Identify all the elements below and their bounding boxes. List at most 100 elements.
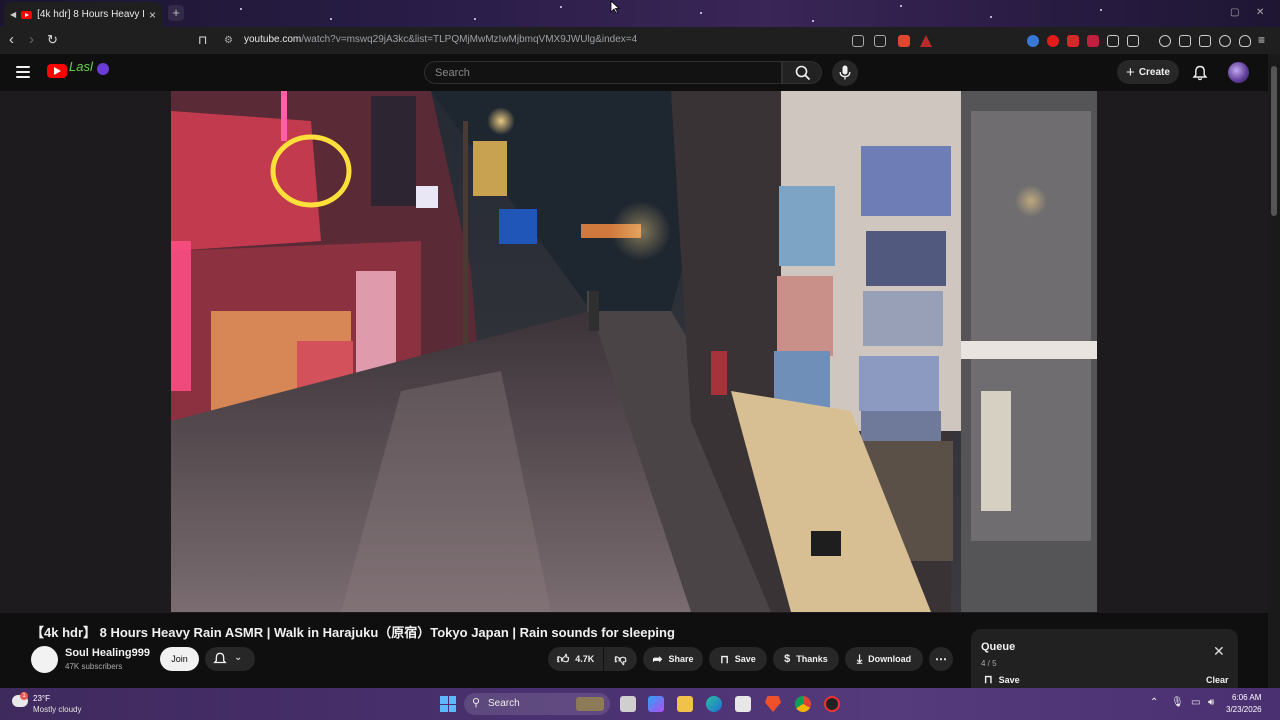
like-button[interactable]: 👍︎ 4.7K	[548, 647, 603, 671]
search-icon	[795, 65, 811, 81]
brave-icon[interactable]	[765, 696, 781, 712]
voice-search-button[interactable]	[832, 60, 858, 86]
youtube-logo[interactable]	[47, 64, 67, 78]
extension-blue-icon[interactable]	[1027, 35, 1039, 47]
copilot-icon[interactable]	[648, 696, 664, 712]
subscriber-count: 47K subscribers	[65, 662, 123, 671]
browser-tab-strip: ◀ [4k hdr] 8 Hours Heavy Rain × + ▢ ✕	[0, 0, 1280, 27]
site-info-icon[interactable]: ⚙	[224, 35, 233, 46]
chevron-down-icon: ⌄	[234, 652, 243, 663]
thanks-label: Thanks	[796, 654, 828, 664]
search-button[interactable]	[782, 61, 822, 84]
page-scrollbar-thumb[interactable]	[1271, 66, 1277, 216]
save-button[interactable]: ⊓ Save	[709, 647, 767, 671]
network-icon[interactable]: ▭	[1191, 697, 1200, 708]
brave-shield-icon[interactable]	[898, 35, 910, 47]
bell-icon[interactable]	[1192, 65, 1208, 81]
brave-rewards-icon[interactable]	[920, 35, 932, 47]
search-icon: ⚲	[472, 697, 481, 709]
close-window-icon[interactable]: ✕	[1256, 7, 1264, 18]
tab-title: [4k hdr] 8 Hours Heavy Rain	[37, 9, 144, 20]
close-icon[interactable]: ✕	[1213, 643, 1225, 660]
search-input[interactable]: Search	[424, 61, 782, 84]
account-avatar[interactable]	[1228, 62, 1249, 83]
volume-icon[interactable]: 🔊︎	[1208, 697, 1214, 708]
save-label: Save	[734, 654, 756, 664]
share-button[interactable]: ➦ Share	[643, 647, 703, 671]
windows-start-button[interactable]	[440, 696, 456, 712]
media-icon[interactable]	[1159, 35, 1171, 47]
url-domain: youtube.com	[244, 34, 302, 45]
youtube-masthead: Lasl Search + Create	[0, 54, 1280, 91]
extension-box-icon[interactable]	[1107, 35, 1119, 47]
hamburger-icon[interactable]	[16, 66, 30, 78]
back-icon[interactable]: ‹	[9, 31, 14, 48]
download-button[interactable]: ⤓ Download	[845, 647, 923, 671]
store-icon[interactable]	[735, 696, 751, 712]
download-icon: ⤓	[856, 651, 863, 666]
vpn-shield-icon[interactable]	[1239, 35, 1251, 47]
more-icon: ⋯	[935, 652, 947, 666]
tab-close-icon[interactable]: ×	[149, 8, 156, 22]
queue-save-button[interactable]: ⊓ Save	[984, 673, 1020, 686]
create-label: Create	[1138, 66, 1170, 78]
microphone-tray-icon[interactable]: 🎙︎	[1171, 697, 1184, 708]
weather-description[interactable]: Mostly cloudy	[33, 705, 81, 714]
thanks-icon: $	[784, 653, 791, 665]
leo-ai-icon[interactable]	[1219, 35, 1231, 47]
create-button[interactable]: + Create	[1117, 60, 1179, 84]
chevron-up-icon[interactable]: ⌃	[1150, 697, 1158, 708]
wallet-icon[interactable]	[1199, 35, 1211, 47]
new-tab-button[interactable]: +	[168, 5, 184, 21]
extension-red2-icon[interactable]	[1087, 35, 1099, 47]
chrome-icon[interactable]	[795, 696, 811, 712]
channel-avatar[interactable]	[31, 646, 58, 673]
join-button[interactable]: Join	[160, 647, 199, 671]
clock-date[interactable]: 3/23/2026	[1226, 705, 1262, 714]
windows-taskbar: 1 23°F Mostly cloudy ⚲ Search ⌃ 🎙︎ ▭ 🔊︎ …	[0, 688, 1280, 720]
extension-scan-icon[interactable]	[1127, 35, 1139, 47]
extension-youtube-icon[interactable]	[1047, 35, 1059, 47]
mic-icon	[839, 65, 851, 80]
menu-icon[interactable]: ≡	[1258, 33, 1265, 47]
youtube-favicon-icon	[21, 10, 33, 19]
like-count: 4.7K	[575, 654, 595, 664]
youtube-doodle-logo[interactable]: Lasl	[69, 59, 111, 81]
edge-icon[interactable]	[706, 696, 722, 712]
obs-icon[interactable]	[824, 696, 840, 712]
share-page-icon[interactable]	[874, 35, 886, 47]
video-player[interactable]	[171, 91, 1097, 612]
extension-red-icon[interactable]	[1067, 35, 1079, 47]
taskbar-search[interactable]: ⚲ Search	[464, 693, 610, 715]
dislike-button[interactable]: 👎︎	[604, 647, 637, 671]
browser-toolbar: ‹ › ↻ ⊓ ⚙ youtube.com/watch?v=mswq29jA3k…	[0, 27, 1280, 54]
restore-window-icon[interactable]: ▢	[1230, 7, 1239, 18]
clock-time[interactable]: 6:06 AM	[1232, 693, 1261, 702]
mouse-cursor-icon	[610, 0, 620, 14]
address-field[interactable]: youtube.com/watch?v=mswq29jA3kc&list=TLP…	[244, 34, 637, 45]
file-explorer-icon[interactable]	[677, 696, 693, 712]
channel-name[interactable]: Soul Healing999	[65, 647, 150, 659]
notification-toggle-button[interactable]: ⌄	[205, 647, 255, 671]
share-icon: ➦	[652, 652, 663, 666]
taskbar-search-label: Search	[488, 698, 520, 709]
queue-save-label: Save	[998, 674, 1020, 685]
thanks-button[interactable]: $ Thanks	[773, 647, 839, 671]
bell-icon	[213, 652, 227, 664]
weather-temperature[interactable]: 23°F	[33, 694, 50, 703]
reload-icon[interactable]: ↻	[47, 32, 58, 48]
task-view-icon[interactable]	[620, 696, 636, 712]
sidebar-icon[interactable]	[1179, 35, 1191, 47]
queue-clear-button[interactable]: Clear	[1206, 675, 1229, 685]
download-label: Download	[868, 654, 912, 664]
bookmark-icon[interactable]: ⊓	[198, 33, 207, 47]
plus-icon: +	[1126, 63, 1135, 81]
cast-icon[interactable]	[852, 35, 864, 47]
audio-icon: ◀	[10, 10, 17, 19]
queue-count: 4 / 5	[981, 659, 997, 668]
browser-tab-active[interactable]: ◀ [4k hdr] 8 Hours Heavy Rain ×	[4, 2, 162, 27]
weather-badge: 1	[20, 692, 28, 700]
more-actions-button[interactable]: ⋯	[929, 647, 953, 671]
forward-icon[interactable]: ›	[29, 31, 34, 48]
url-path: /watch?v=mswq29jA3kc&list=TLPQMjMwMzIwMj…	[301, 34, 638, 45]
